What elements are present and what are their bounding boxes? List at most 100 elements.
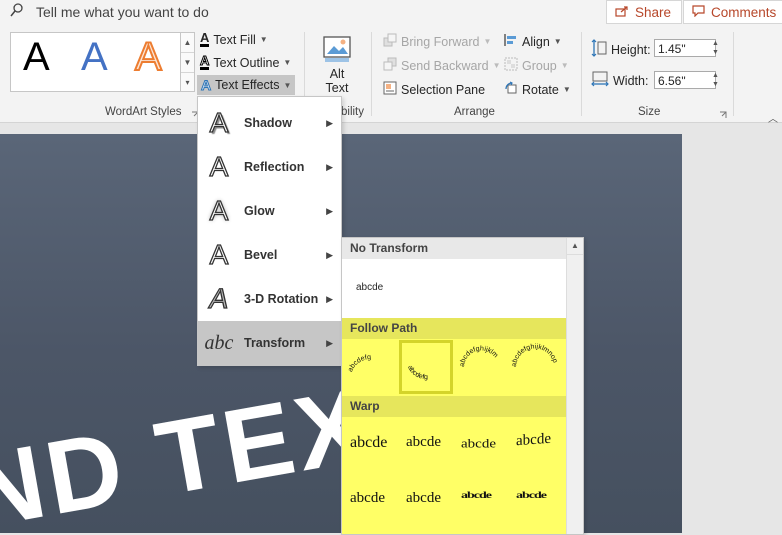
warp-plain[interactable]: abcde <box>350 434 387 452</box>
height-control: Height: <box>591 39 651 60</box>
menu-item-bevel[interactable]: A Bevel ▶ <box>198 233 341 277</box>
path-circle[interactable]: abcdefghijklm <box>454 340 508 394</box>
gallery-up-icon[interactable]: ▲ <box>181 33 194 53</box>
warp-triangle-up[interactable]: abcde <box>461 437 496 451</box>
share-icon <box>615 5 629 20</box>
bevel-icon: A <box>209 238 229 270</box>
svg-text:abcdefg: abcdefg <box>406 365 428 381</box>
chevron-down-icon: ▼ <box>283 80 292 90</box>
group-button[interactable]: Group ▼ <box>504 57 569 74</box>
menu-item-label: Transform <box>244 336 306 350</box>
path-arch-up[interactable]: abcdefg <box>344 340 398 394</box>
gallery-scroll[interactable]: ▲ ▼ ▾ <box>180 32 195 92</box>
no-transform-header: No Transform <box>342 238 566 259</box>
path-button[interactable]: abcdefghijklmnop <box>508 340 562 394</box>
align-icon <box>504 33 518 50</box>
chevron-down-icon: ▼ <box>492 61 501 70</box>
selection-pane-button[interactable]: Selection Pane <box>383 81 485 98</box>
rotate-label: Rotate <box>522 82 559 97</box>
rotate-button[interactable]: Rotate ▼ <box>504 81 571 98</box>
menu-item-label: Bevel <box>244 248 278 262</box>
chevron-right-icon: ▶ <box>326 293 333 304</box>
bring-forward-button[interactable]: Bring Forward ▼ <box>383 33 491 50</box>
lightbulb-search-icon <box>10 3 24 20</box>
text-outline-icon: A <box>199 53 210 70</box>
path-arch-down[interactable]: abcdefg <box>399 340 453 394</box>
text-fill-label: Text Fill <box>213 32 256 47</box>
text-fill-icon: A <box>200 30 210 47</box>
warp-chevron-down[interactable]: abcde <box>406 490 441 507</box>
path-sample-text: abcdefghijklmnop <box>511 343 558 367</box>
chevron-right-icon: ▶ <box>326 161 333 172</box>
height-input[interactable]: 1.45" <box>654 39 716 57</box>
chevron-down-icon: ▼ <box>283 58 292 67</box>
group-separator <box>581 32 582 116</box>
group-label: Group <box>522 58 557 73</box>
group-separator <box>371 32 372 116</box>
chevron-down-icon: ▼ <box>560 61 569 70</box>
comment-icon <box>692 4 705 20</box>
warp-ring-inside[interactable]: abcde <box>461 490 492 501</box>
arrange-group-label: Arrange <box>454 106 495 118</box>
selection-pane-icon <box>383 81 397 98</box>
wordart-group-label: WordArt Styles <box>105 106 182 118</box>
chevron-down-icon: ▼ <box>483 37 492 46</box>
comments-label: Comments <box>711 4 777 20</box>
wordart-style-black[interactable]: A <box>23 35 50 80</box>
wordart-style-orange-outline[interactable]: A <box>134 34 163 80</box>
menu-item-3d-rotation[interactable]: A 3-D Rotation ▶ <box>198 277 341 321</box>
width-input[interactable]: 6.56" <box>654 71 716 89</box>
alt-text-label-2: Text <box>325 81 349 95</box>
warp-ring-outside[interactable]: abcde <box>516 490 547 501</box>
align-button[interactable]: Align ▼ <box>504 33 562 50</box>
svg-text:abcdefg: abcdefg <box>347 354 371 373</box>
tell-me-search[interactable]: Tell me what you want to do <box>10 3 209 20</box>
transform-icon: abc <box>204 331 234 354</box>
align-label: Align <box>522 34 550 49</box>
wordart-styles-gallery[interactable]: A A A <box>10 32 182 92</box>
path-sample-text: abcdefg <box>406 365 428 381</box>
warp-stop[interactable]: abcde <box>406 434 441 451</box>
share-button[interactable]: Share <box>606 0 682 24</box>
size-dialog-launcher-icon[interactable] <box>719 108 727 118</box>
alt-text-icon <box>321 36 353 67</box>
comments-button[interactable]: Comments <box>683 0 782 24</box>
warp-triangle-down[interactable]: abcde <box>516 431 551 450</box>
glow-icon: A <box>209 194 229 226</box>
alt-text-label-1: Alt <box>329 67 345 81</box>
bring-forward-label: Bring Forward <box>401 34 480 49</box>
menu-item-reflection[interactable]: A Reflection ▶ <box>198 145 341 189</box>
send-backward-button[interactable]: Send Backward ▼ <box>383 57 500 74</box>
width-spinner[interactable]: ▲ ▼ <box>712 71 719 89</box>
text-fill-button[interactable]: A Text Fill ▼ <box>200 30 268 47</box>
menu-item-glow[interactable]: A Glow ▶ <box>198 189 341 233</box>
follow-path-header: Follow Path <box>342 318 566 339</box>
chevron-down-icon: ▼ <box>259 35 268 44</box>
gallery-down-icon[interactable]: ▼ <box>181 53 194 73</box>
no-transform-option[interactable]: abcde <box>356 282 383 293</box>
text-effects-label: Text Effects <box>215 78 280 92</box>
menu-item-shadow[interactable]: A Shadow ▶ <box>198 101 341 145</box>
group-icon <box>504 57 518 74</box>
panel-scrollbar[interactable]: ▲ <box>566 238 583 534</box>
warp-chevron-up[interactable]: abcde <box>350 490 385 507</box>
gallery-more-icon[interactable]: ▾ <box>181 73 194 92</box>
rotate-icon <box>504 81 518 98</box>
scroll-up-icon[interactable]: ▲ <box>567 238 583 255</box>
text-outline-button[interactable]: A Text Outline ▼ <box>199 53 292 70</box>
height-icon <box>591 39 607 60</box>
chevron-down-icon: ▼ <box>562 85 571 94</box>
height-label: Height: <box>611 42 651 57</box>
alt-text-button[interactable]: Alt Text <box>318 34 356 95</box>
chevron-right-icon: ▶ <box>326 249 333 260</box>
menu-item-label: Glow <box>244 204 275 218</box>
bring-forward-icon <box>383 33 397 50</box>
width-control: Width: <box>591 71 648 90</box>
path-sample-text: abcdefg <box>347 354 371 373</box>
height-spinner[interactable]: ▲ ▼ <box>712 39 719 57</box>
menu-item-transform[interactable]: abc Transform ▶ <box>198 321 341 365</box>
text-effects-button[interactable]: A Text Effects ▼ <box>197 75 296 95</box>
chevron-right-icon: ▶ <box>326 337 333 348</box>
wordart-style-blue[interactable]: A <box>81 35 108 80</box>
chevron-right-icon: ▶ <box>326 117 333 128</box>
